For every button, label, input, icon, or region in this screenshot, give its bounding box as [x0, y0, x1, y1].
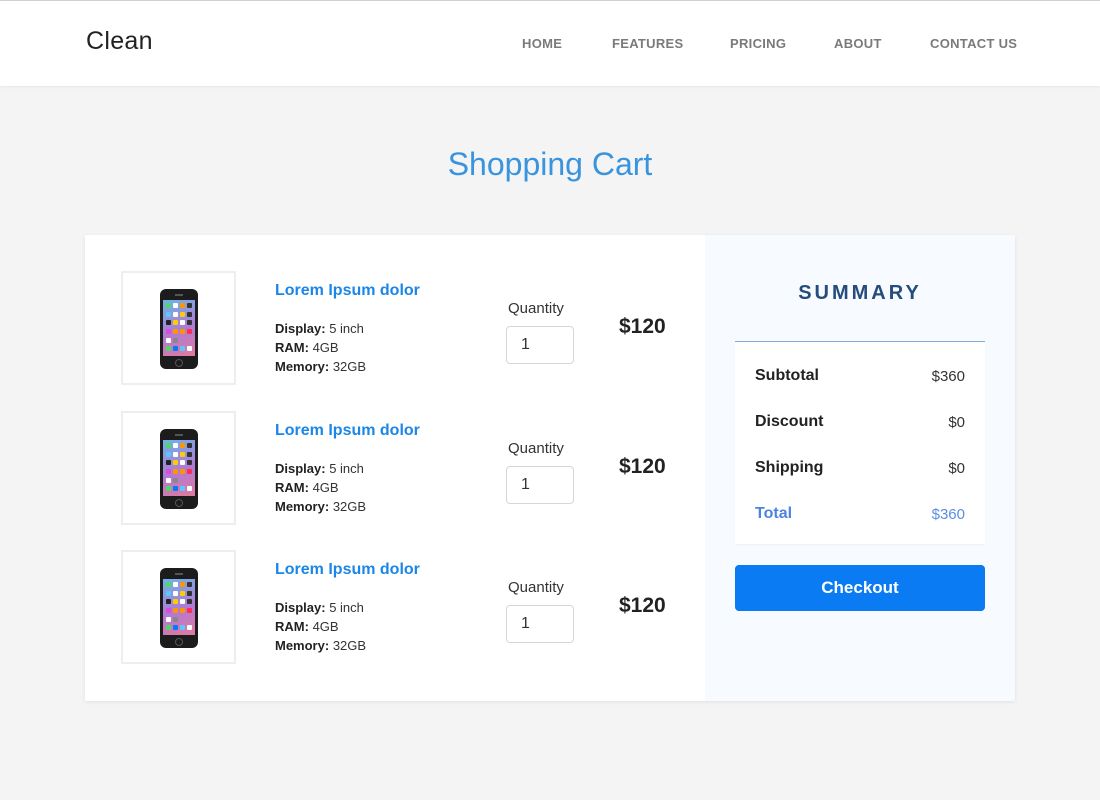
quantity-label: Quantity: [508, 579, 564, 596]
spec-memory: Memory: 32GB: [275, 638, 367, 653]
spec-display: Display: 5 inch: [275, 600, 364, 615]
spec-memory: Memory: 32GB: [275, 499, 367, 514]
top-navbar: Clean HOME FEATURES PRICING ABOUT CONTAC…: [0, 0, 1100, 86]
iphone-icon: [160, 429, 198, 509]
page-title: Shopping Cart: [447, 146, 653, 182]
spec-display: Display: 5 inch: [275, 461, 364, 476]
summary-row-subtotal: Subtotal $360: [755, 367, 965, 387]
spec-ram: RAM: 4GB: [275, 480, 339, 495]
product-name-link[interactable]: Lorem Ipsum dolor: [275, 282, 420, 300]
cart-card: Lorem Ipsum dolor Display: 5 inch RAM: 4…: [85, 235, 1015, 701]
shipping-value: $0: [948, 460, 965, 477]
subtotal-value: $360: [931, 368, 965, 385]
cart-item: Lorem Ipsum dolor Display: 5 inch RAM: 4…: [85, 411, 705, 525]
cart-item: Lorem Ipsum dolor Display: 5 inch RAM: 4…: [85, 271, 705, 385]
cart-item: Lorem Ipsum dolor Display: 5 inch RAM: 4…: [85, 550, 705, 664]
quantity-input[interactable]: [506, 326, 574, 364]
main-nav: HOME FEATURES PRICING ABOUT CONTACT US: [0, 36, 1100, 56]
product-specs: Display: 5 inch RAM: 4GB Memory: 32GB: [275, 319, 366, 376]
product-specs: Display: 5 inch RAM: 4GB Memory: 32GB: [275, 459, 366, 516]
item-price: $120: [619, 594, 666, 617]
nav-about[interactable]: ABOUT: [834, 36, 882, 51]
nav-features[interactable]: FEATURES: [612, 36, 684, 51]
summary-title: SUMMARY: [798, 282, 922, 304]
nav-pricing[interactable]: PRICING: [730, 36, 786, 51]
quantity-input[interactable]: [506, 466, 574, 504]
summary-row-shipping: Shipping $0: [755, 459, 965, 479]
cart-items: Lorem Ipsum dolor Display: 5 inch RAM: 4…: [85, 235, 705, 701]
spec-ram: RAM: 4GB: [275, 340, 339, 355]
iphone-icon: [160, 289, 198, 369]
item-price: $120: [619, 455, 666, 478]
item-price: $120: [619, 315, 666, 338]
total-value: $360: [931, 506, 965, 523]
order-summary: SUMMARY Subtotal $360 Discount $0 Shippi…: [705, 235, 1015, 701]
subtotal-label: Subtotal: [755, 367, 819, 384]
quantity-label: Quantity: [508, 300, 564, 317]
discount-label: Discount: [755, 413, 824, 430]
product-name-link[interactable]: Lorem Ipsum dolor: [275, 561, 420, 579]
summary-row-discount: Discount $0: [755, 413, 965, 433]
checkout-button[interactable]: Checkout: [735, 565, 985, 611]
nav-contact-us[interactable]: CONTACT US: [930, 36, 1017, 51]
spec-display: Display: 5 inch: [275, 321, 364, 336]
nav-home[interactable]: HOME: [522, 36, 562, 51]
summary-totals: Subtotal $360 Discount $0 Shipping $0 To…: [735, 341, 985, 544]
discount-value: $0: [948, 414, 965, 431]
product-thumbnail[interactable]: [121, 271, 236, 385]
product-name-link[interactable]: Lorem Ipsum dolor: [275, 422, 420, 440]
product-specs: Display: 5 inch RAM: 4GB Memory: 32GB: [275, 598, 366, 655]
quantity-label: Quantity: [508, 440, 564, 457]
iphone-icon: [160, 568, 198, 648]
product-thumbnail[interactable]: [121, 550, 236, 664]
spec-ram: RAM: 4GB: [275, 619, 339, 634]
shipping-label: Shipping: [755, 459, 824, 476]
product-thumbnail[interactable]: [121, 411, 236, 525]
total-label: Total: [755, 505, 793, 522]
summary-row-total: Total $360: [755, 505, 965, 525]
spec-memory: Memory: 32GB: [275, 359, 367, 374]
quantity-input[interactable]: [506, 605, 574, 643]
